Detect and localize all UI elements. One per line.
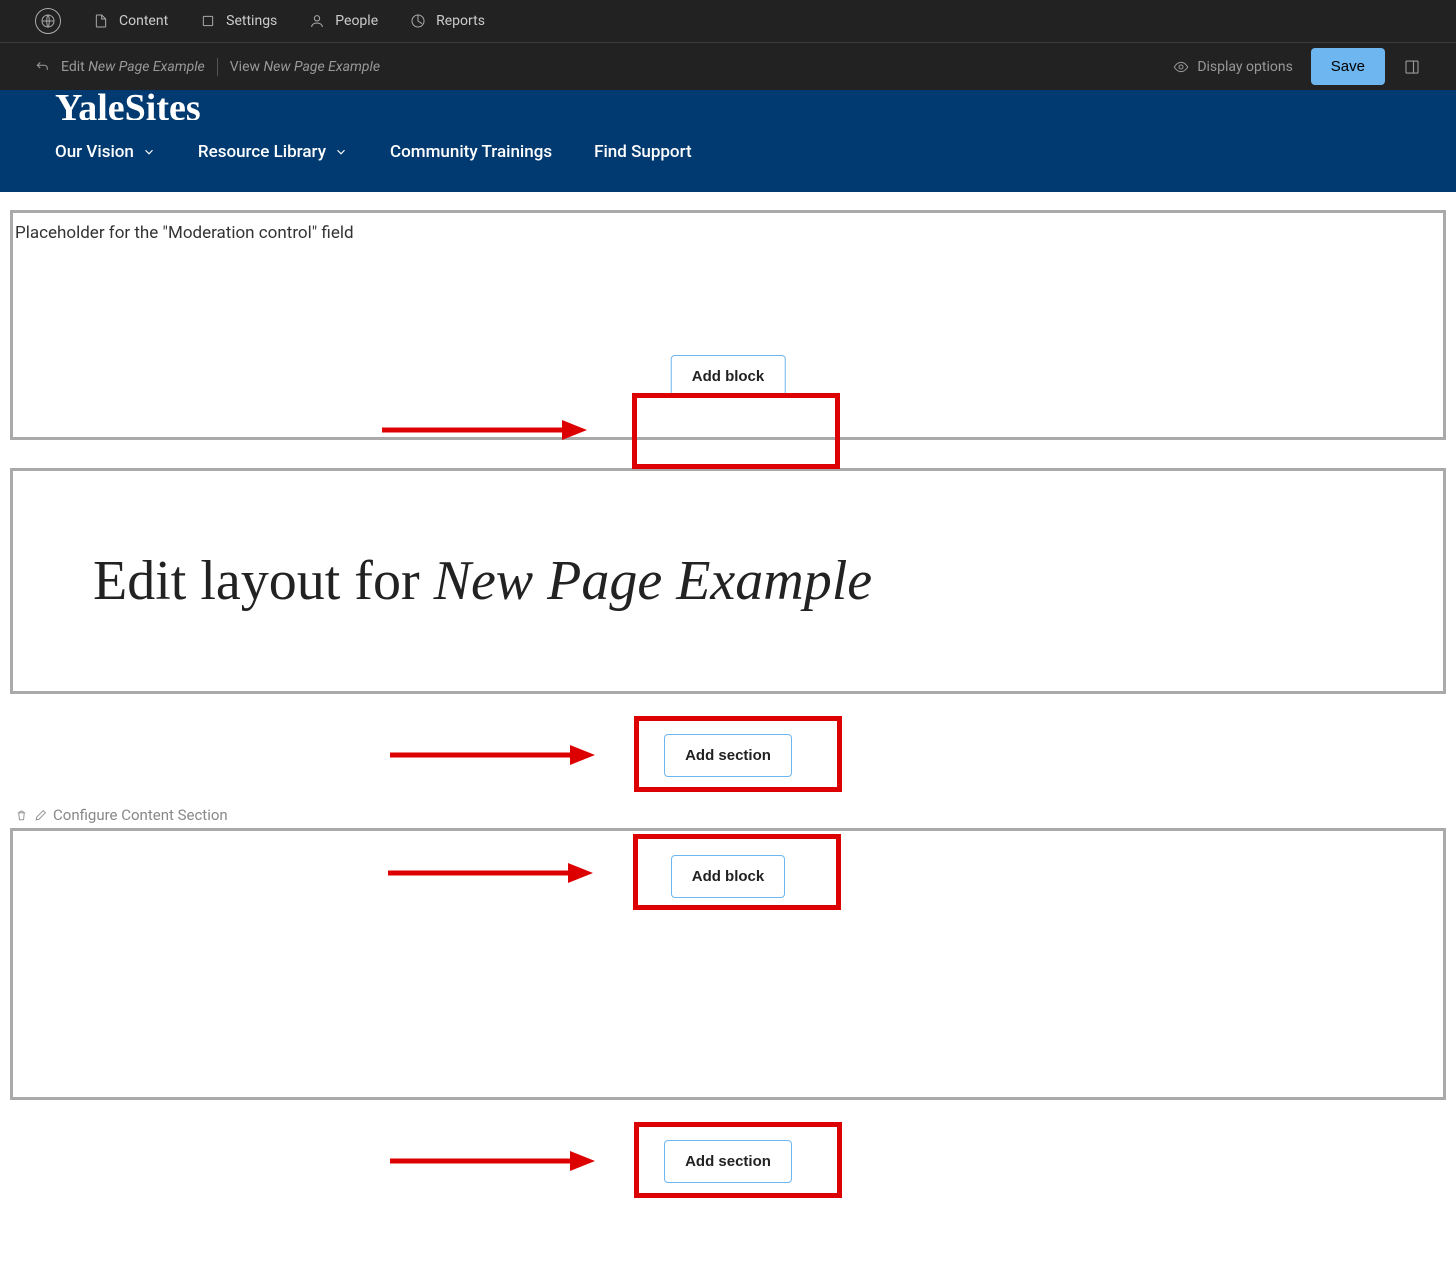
- chart-icon: [410, 13, 426, 29]
- moderation-placeholder: Placeholder for the "Moderation control"…: [15, 223, 1441, 243]
- edit-link[interactable]: Edit New Page Example: [61, 59, 205, 75]
- nav-reports-label: Reports: [436, 13, 485, 29]
- title-section: Edit layout for New Page Example: [10, 468, 1446, 694]
- admin-subbar: Edit New Page Example View New Page Exam…: [0, 42, 1456, 90]
- nav-settings-label: Settings: [226, 13, 277, 29]
- page-title: Edit layout for New Page Example: [93, 549, 1363, 613]
- moderation-section: Placeholder for the "Moderation control"…: [10, 210, 1446, 440]
- configure-section-row: Configure Content Section: [10, 806, 1446, 824]
- configure-section-label[interactable]: Configure Content Section: [53, 806, 228, 824]
- view-link[interactable]: View New Page Example: [230, 59, 380, 75]
- save-button[interactable]: Save: [1311, 48, 1385, 85]
- logo[interactable]: [35, 8, 61, 34]
- site-nav: Our Vision Resource Library Community Tr…: [55, 142, 1401, 162]
- nav-content-label: Content: [119, 13, 168, 29]
- nav-people[interactable]: People: [309, 13, 378, 29]
- pencil-icon[interactable]: [34, 809, 47, 822]
- breadcrumb: Edit New Page Example View New Page Exam…: [35, 58, 380, 76]
- add-block-button[interactable]: Add block: [671, 855, 786, 898]
- add-section-button[interactable]: Add section: [664, 1140, 792, 1183]
- nav-settings[interactable]: Settings: [200, 13, 277, 29]
- layout-builder: Placeholder for the "Moderation control"…: [0, 192, 1456, 1242]
- nav-content[interactable]: Content: [93, 13, 168, 29]
- subbar-actions: Display options Save: [1173, 48, 1421, 85]
- file-icon: [93, 13, 109, 29]
- chevron-down-icon: [142, 145, 156, 159]
- trash-icon[interactable]: [15, 809, 28, 822]
- globe-icon: [35, 8, 61, 34]
- eye-icon: [1173, 59, 1189, 75]
- user-icon: [309, 13, 325, 29]
- nav-resource-library[interactable]: Resource Library: [198, 142, 348, 162]
- divider: [217, 58, 218, 76]
- add-block-button[interactable]: Add block: [671, 355, 786, 398]
- chevron-down-icon: [334, 145, 348, 159]
- display-options[interactable]: Display options: [1173, 59, 1292, 75]
- site-header: YaleSites Our Vision Resource Library Co…: [0, 90, 1456, 192]
- admin-topbar: Content Settings People Reports: [0, 0, 1456, 42]
- square-icon: [200, 13, 216, 29]
- nav-reports[interactable]: Reports: [410, 13, 485, 29]
- content-section: Add block: [10, 828, 1446, 1100]
- site-title: YaleSites: [55, 86, 1401, 120]
- nav-community-trainings[interactable]: Community Trainings: [390, 142, 552, 162]
- panel-toggle-icon[interactable]: [1403, 58, 1421, 76]
- nav-find-support[interactable]: Find Support: [594, 142, 692, 162]
- nav-people-label: People: [335, 13, 378, 29]
- nav-our-vision[interactable]: Our Vision: [55, 142, 156, 162]
- add-section-button[interactable]: Add section: [664, 734, 792, 777]
- back-arrow-icon: [35, 60, 49, 74]
